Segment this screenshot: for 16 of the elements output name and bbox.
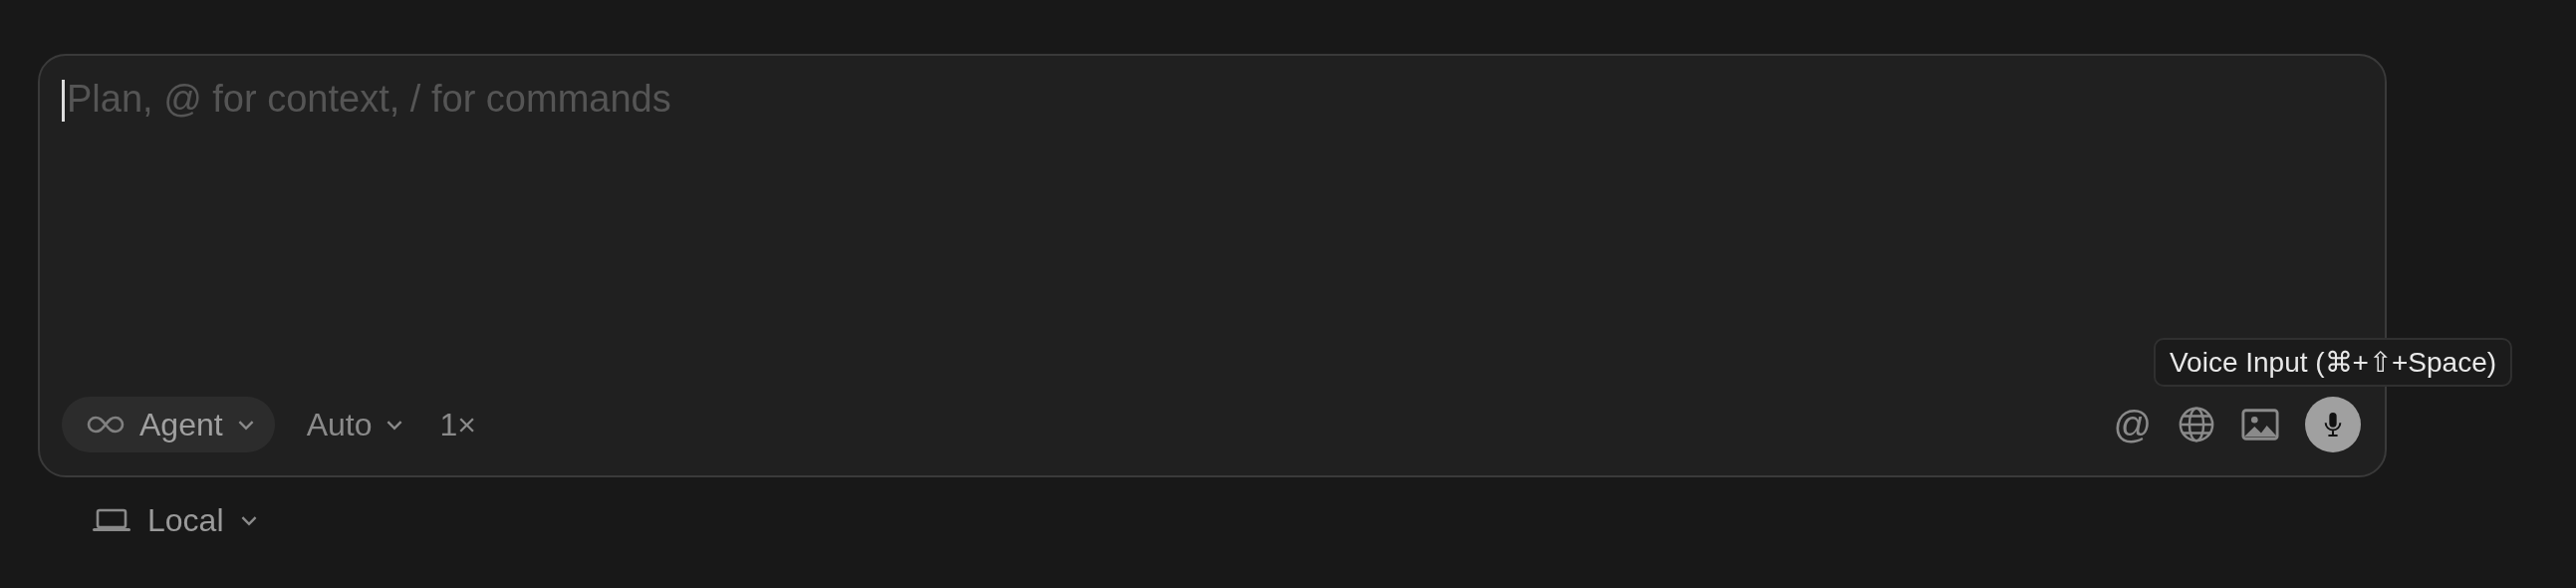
microphone-icon [2322, 410, 2344, 440]
mention-button[interactable]: @ [2113, 406, 2152, 443]
microphone-button[interactable] [2305, 397, 2361, 452]
tooltip: Voice Input (⌘+⇧+Space) [2153, 338, 2513, 387]
laptop-icon [92, 508, 131, 532]
infinity-icon [86, 415, 126, 435]
text-cursor [62, 80, 65, 122]
environment-dropdown[interactable]: Local [92, 495, 258, 545]
speed-multiplier-button[interactable]: 1× [435, 397, 480, 452]
chevron-down-icon [236, 419, 255, 431]
chevron-down-icon [386, 419, 404, 431]
chevron-down-icon [239, 514, 258, 526]
globe-icon[interactable] [2178, 406, 2215, 443]
agent-mode-button[interactable]: Agent [62, 397, 275, 452]
image-icon[interactable] [2241, 406, 2279, 443]
model-dropdown[interactable]: Auto [300, 397, 410, 452]
